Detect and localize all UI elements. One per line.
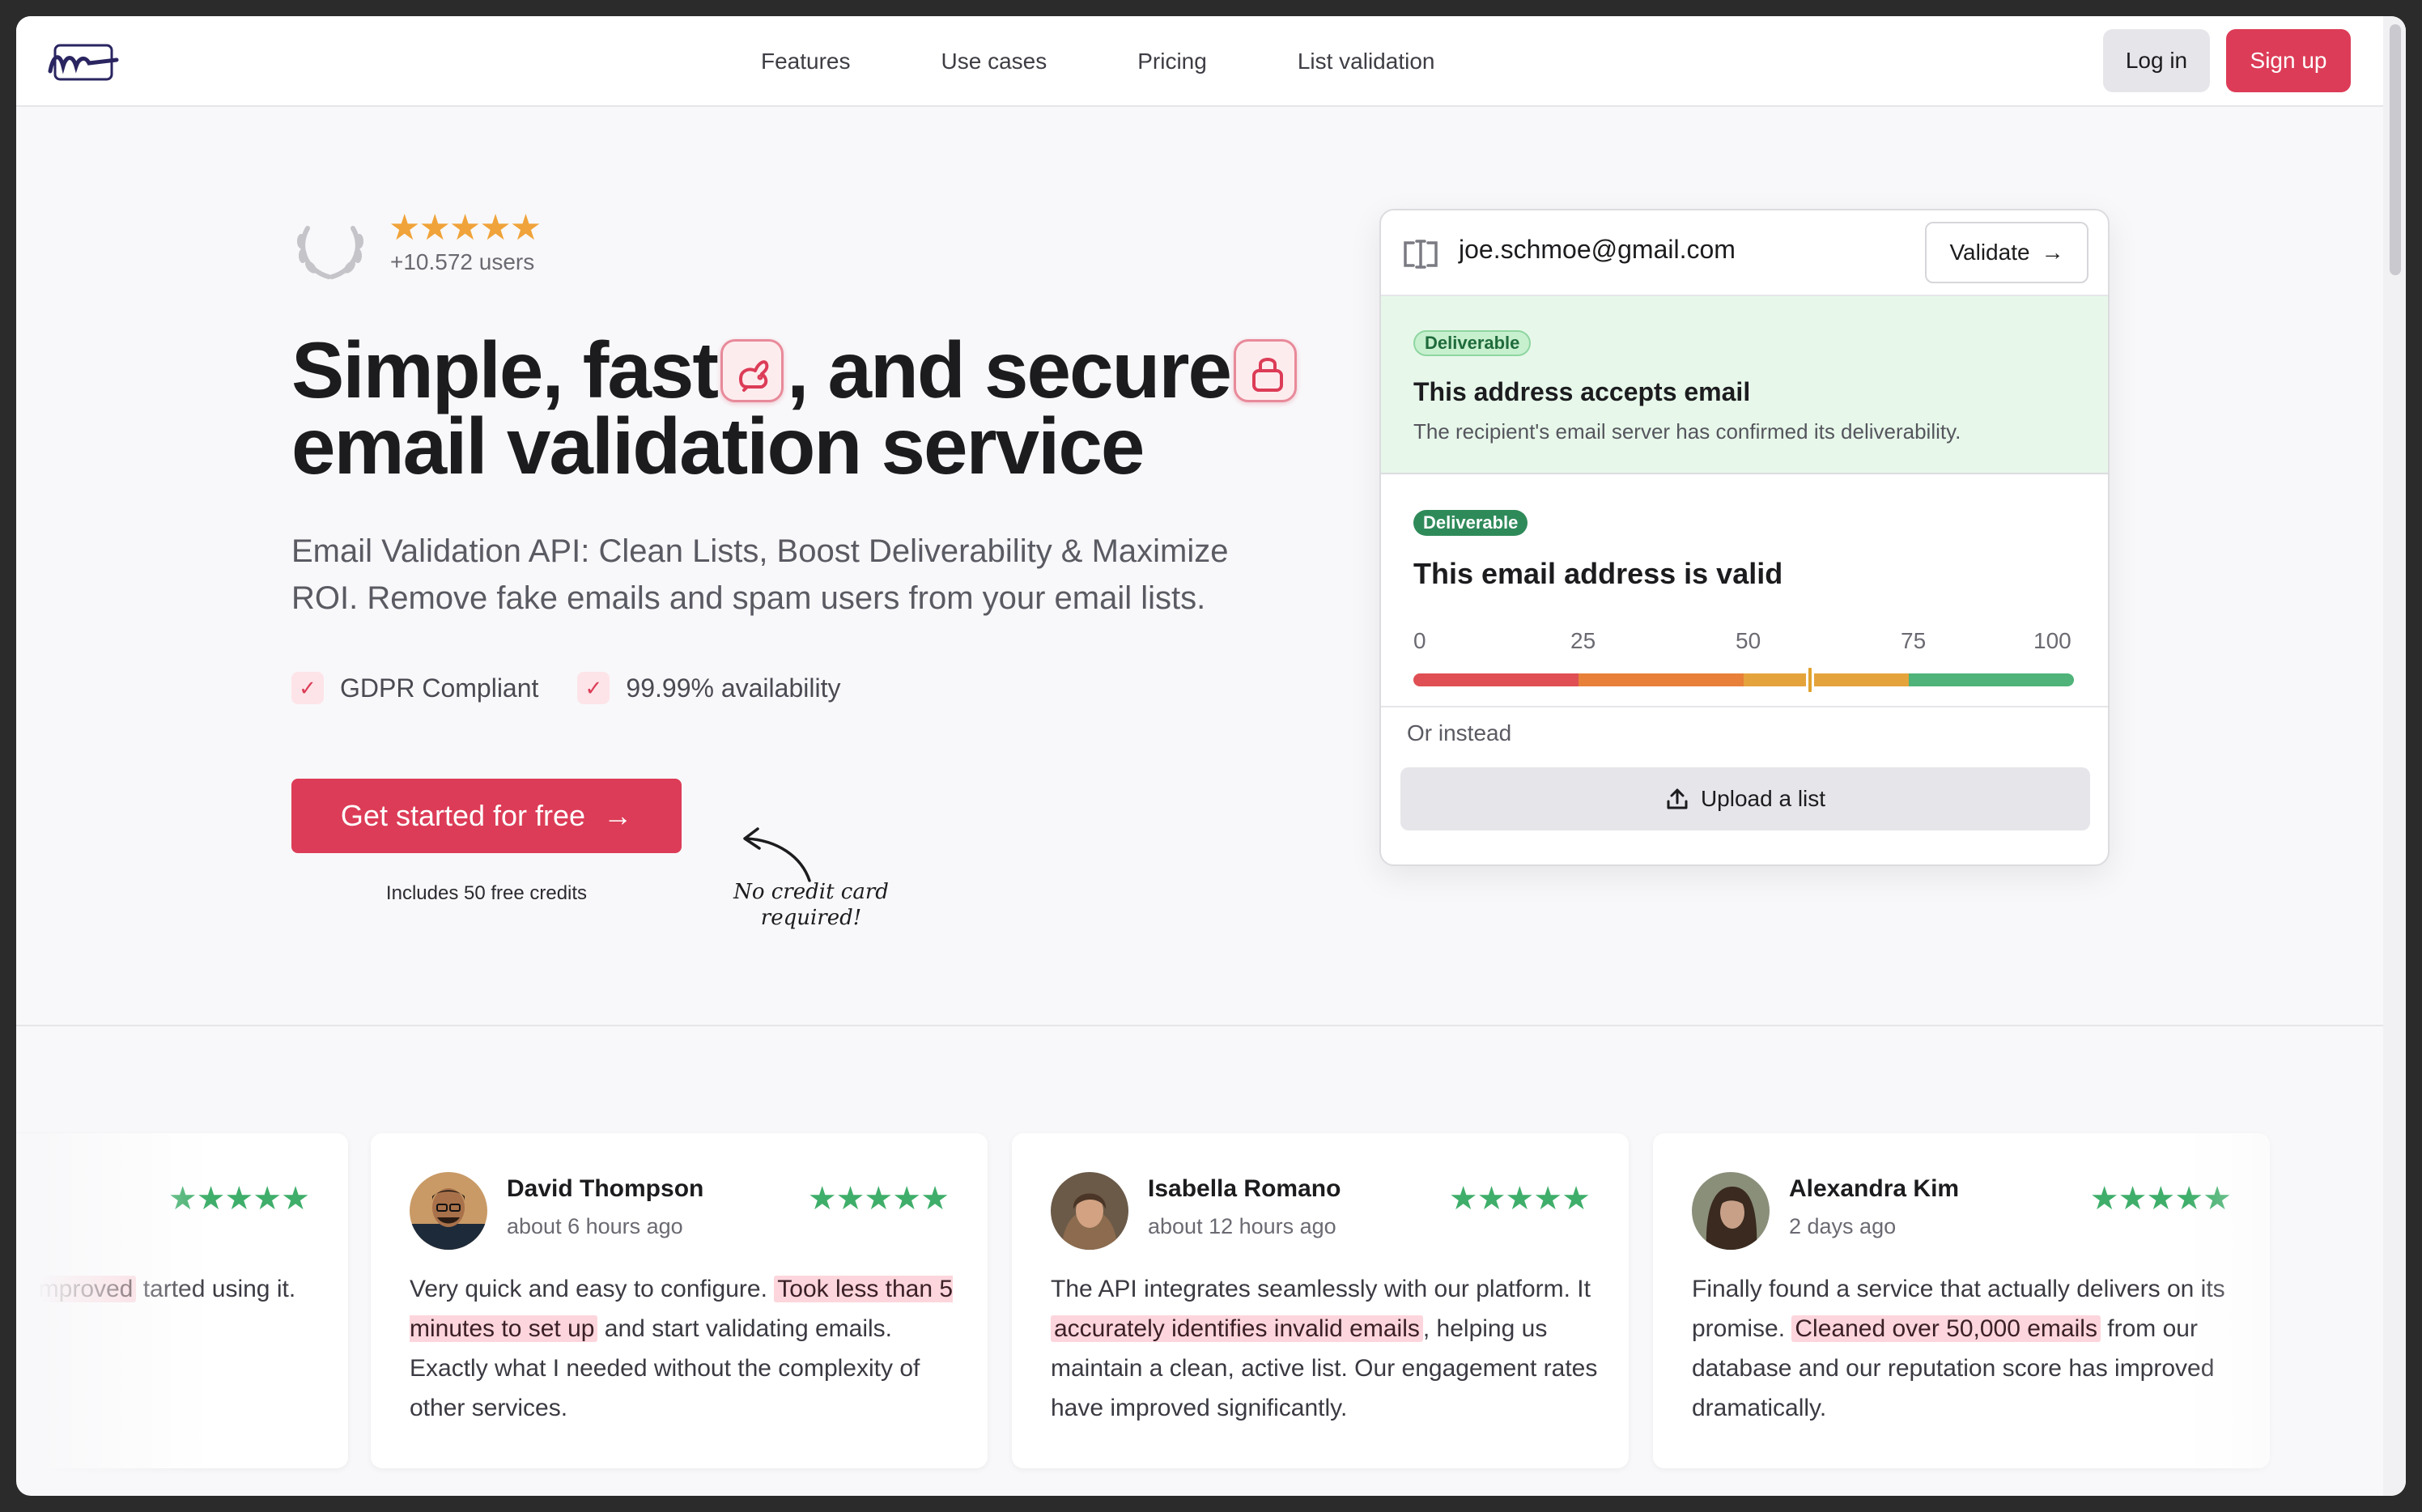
validate-button[interactable]: Validate → (1925, 222, 2088, 283)
check-availability-label: 99.99% availability (626, 673, 841, 703)
result-title: This address accepts email (1413, 377, 1751, 406)
no-credit-card-note: No credit card required! (733, 880, 889, 930)
validator-card: joe.schmoe@gmail.com Validate → Delivera… (1379, 209, 2110, 866)
carousel-fade-right (2186, 1133, 2383, 1473)
rating-stars: ★★★★★ (389, 208, 542, 248)
signup-button[interactable]: Sign up (2226, 29, 2351, 92)
arrow-right-icon: → (2041, 240, 2064, 265)
cta-note: Includes 50 free credits (385, 882, 588, 904)
nav-link-list-validation[interactable]: List validation (1298, 49, 1435, 74)
lock-icon (1233, 339, 1297, 402)
review-stars: ★★★★★ (1448, 1181, 1591, 1217)
score-bar-red (1413, 673, 1579, 686)
score-marker (1805, 665, 1814, 694)
hero-subtitle: Email Validation API: Clean Lists, Boost… (291, 533, 1229, 616)
review-card-david-thompson: David Thompson about 6 hours ago ★★★★★ V… (371, 1133, 988, 1468)
nav-links: Features Use cases Pricing List validati… (761, 16, 1434, 107)
reviews-carousel[interactable]: ★★★★★ r email reliable. The en improved … (16, 1133, 2383, 1473)
check-gdpr: ✓ GDPR Compliant (291, 672, 538, 704)
review-highlight: accurately identifies invalid emails (1051, 1315, 1423, 1342)
result-description: The recipient's email server has confirm… (1413, 419, 1961, 444)
status-badge: Deliverable (1413, 510, 1528, 536)
score-bar (1413, 665, 2074, 694)
review-time: about 12 hours ago (1148, 1214, 1336, 1238)
review-text-segment: Very quick and easy to configure. (410, 1276, 775, 1302)
upload-list-button[interactable]: Upload a list (1400, 767, 2090, 830)
status-badge: Deliverable (1413, 330, 1532, 356)
review-author: Isabella Romano (1148, 1175, 1341, 1202)
score-bar-orange (1579, 673, 1744, 686)
get-started-label: Get started for free (340, 799, 586, 832)
review-card-isabella-romano: Isabella Romano about 12 hours ago ★★★★★… (1012, 1133, 1629, 1468)
arrow-right-icon: → (603, 799, 633, 832)
score-tick-0: 0 (1413, 628, 1426, 653)
result-accepts-email: Deliverable This address accepts email T… (1381, 296, 2108, 474)
check-gdpr-label: GDPR Compliant (340, 673, 539, 703)
upload-list-label: Upload a list (1700, 786, 1826, 811)
hand-drawn-arrow-icon (743, 827, 811, 882)
score-tick-25: 25 (1570, 628, 1596, 653)
score-tick-75: 75 (1901, 628, 1927, 653)
score-title: This email address is valid (1413, 557, 1783, 590)
check-availability: ✓ 99.99% availability (577, 672, 840, 704)
review-time: about 6 hours ago (507, 1214, 683, 1238)
login-button[interactable]: Log in (2103, 29, 2210, 92)
or-instead-label: Or instead (1407, 720, 1512, 745)
scrollbar-thumb[interactable] (2390, 24, 2401, 275)
users-count: +10.572 users (390, 249, 535, 274)
text-cursor-icon (1404, 240, 1438, 269)
hero-title-line1: Simple, fast, and secure (291, 330, 1344, 410)
check-icon: ✓ (577, 672, 610, 704)
avatar (1692, 1172, 1770, 1250)
avatar (410, 1172, 487, 1250)
email-input[interactable]: joe.schmoe@gmail.com (1459, 235, 1736, 265)
review-stars: ★★★★★ (807, 1181, 950, 1217)
result-valid-score: Deliverable This email address is valid … (1381, 476, 2108, 707)
validate-label: Validate (1949, 240, 2030, 265)
review-highlight: Cleaned over 50,000 emails (1791, 1315, 2101, 1342)
nav-link-use-cases[interactable]: Use cases (941, 49, 1047, 74)
score-tick-50: 50 (1736, 628, 1761, 653)
review-author: Alexandra Kim (1789, 1175, 1960, 1202)
review-time: 2 days ago (1789, 1214, 1897, 1238)
score-bar-amber (1744, 673, 1909, 686)
hero-title: Simple, fast, and secure email validatio… (291, 330, 1344, 491)
carousel-fade-left (16, 1133, 210, 1473)
brand-logo-icon[interactable] (45, 39, 123, 84)
nav-link-pricing[interactable]: Pricing (1137, 49, 1207, 74)
review-text-segment: The API integrates seamlessly with our p… (1051, 1276, 1591, 1302)
review-author: David Thompson (507, 1175, 704, 1202)
upload-icon (1667, 788, 1688, 809)
score-tick-100: 100 (2033, 628, 2071, 653)
laurel-icon (297, 226, 363, 279)
review-text: Finally found a service that actually de… (1692, 1269, 2242, 1428)
feature-checks: ✓ GDPR Compliant ✓ 99.99% availability (291, 672, 840, 704)
review-text: The API integrates seamlessly with our p… (1051, 1269, 1601, 1428)
browser-viewport: Features Use cases Pricing List validati… (16, 16, 2406, 1496)
email-input-row: joe.schmoe@gmail.com Validate → (1381, 210, 2108, 296)
avatar (1051, 1172, 1128, 1250)
hero-title-line2: email validation service (291, 401, 1145, 491)
rabbit-icon (720, 339, 784, 402)
review-card-alexandra-kim: Alexandra Kim 2 days ago ★★★★★ Finally f… (1653, 1133, 2270, 1468)
nav-link-features[interactable]: Features (761, 49, 851, 74)
score-bar-green (1909, 673, 2074, 686)
get-started-button[interactable]: Get started for free → (291, 779, 682, 853)
top-navbar: Features Use cases Pricing List validati… (16, 16, 2383, 107)
check-icon: ✓ (291, 672, 324, 704)
review-text: Very quick and easy to configure. Took l… (410, 1269, 960, 1428)
section-divider (16, 1025, 2383, 1026)
